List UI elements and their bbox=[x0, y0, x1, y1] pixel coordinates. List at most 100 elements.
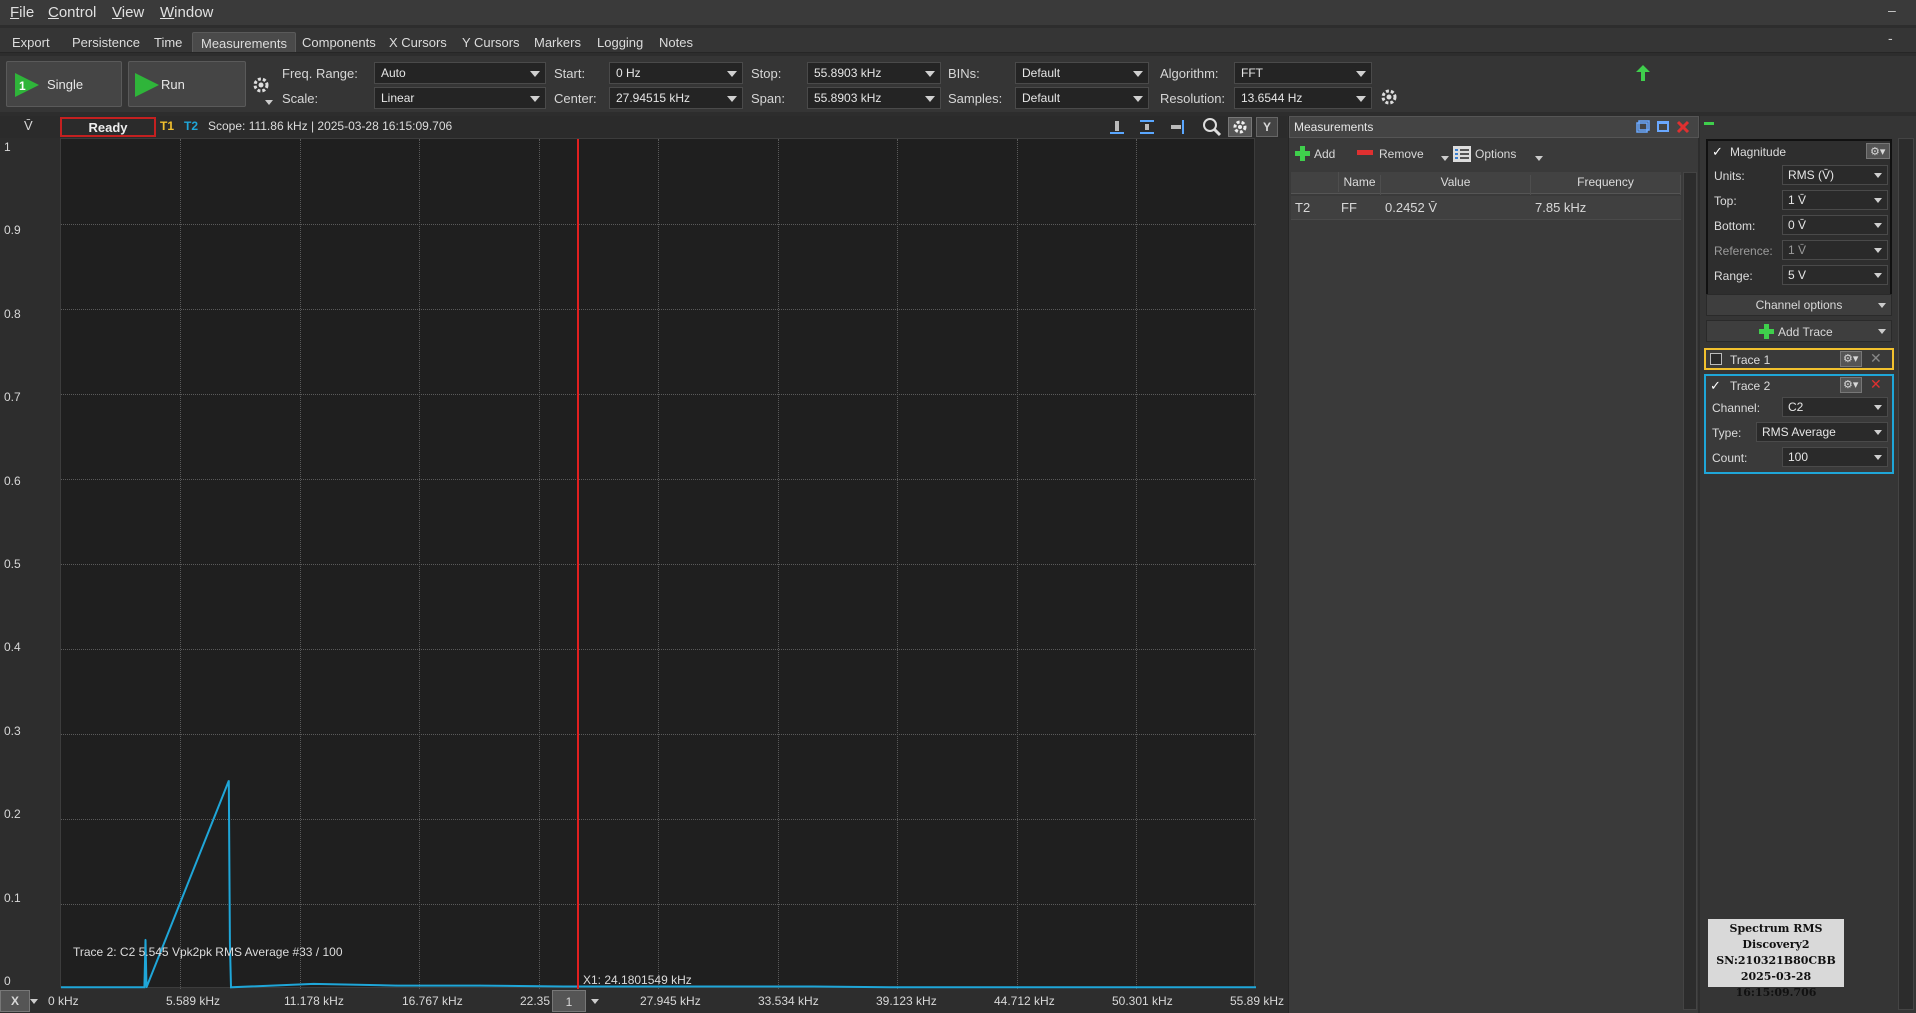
y-tick: 0.9 bbox=[4, 223, 21, 237]
tab-x-cursors[interactable]: X Cursors bbox=[381, 32, 455, 52]
center-field[interactable]: 27.94515 kHz bbox=[609, 87, 743, 109]
column-value[interactable]: Value bbox=[1381, 175, 1531, 195]
resolution-gear-icon[interactable] bbox=[1380, 88, 1398, 106]
collapse-icon[interactable]: - bbox=[1888, 30, 1893, 46]
spectrum-plot[interactable]: Trace 2: C2 5.545 Vpk2pk RMS Average #33… bbox=[60, 138, 1256, 989]
trace1-remove-icon[interactable]: ✕ bbox=[1870, 350, 1882, 367]
measurements-scrollbar[interactable] bbox=[1683, 172, 1697, 1010]
menu-window[interactable]: Window bbox=[160, 4, 213, 21]
run-button[interactable]: Run bbox=[128, 61, 246, 107]
x-axis-dropdown[interactable] bbox=[30, 990, 38, 1012]
tab-measurements[interactable]: Measurements bbox=[192, 32, 296, 52]
single-label: Single bbox=[47, 77, 84, 92]
data-point bbox=[479, 984, 481, 987]
y-axis-button[interactable]: Y bbox=[1256, 117, 1278, 137]
collapse-panel-icon[interactable] bbox=[1700, 116, 1716, 132]
x-axis-button[interactable]: X bbox=[0, 990, 30, 1012]
y-tick: 0.1 bbox=[4, 891, 21, 905]
tab-time[interactable]: Time bbox=[146, 32, 190, 52]
restore-icon[interactable] bbox=[1636, 120, 1650, 134]
data-point bbox=[230, 986, 232, 989]
channel-panel-scrollbar[interactable] bbox=[1898, 138, 1914, 1010]
align-bottom-icon[interactable] bbox=[1108, 118, 1126, 136]
magnitude-gear-icon: ⚙▾ bbox=[1870, 146, 1886, 158]
remove-measurement-button[interactable]: Remove bbox=[1357, 144, 1449, 164]
add-trace-button[interactable]: Add Trace bbox=[1706, 320, 1892, 342]
options-button[interactable]: Options bbox=[1453, 144, 1543, 164]
tab-components[interactable]: Components bbox=[294, 32, 384, 52]
span-field[interactable]: 55.8903 kHz bbox=[807, 87, 941, 109]
data-point bbox=[1062, 986, 1065, 989]
freq-range-select[interactable]: Auto bbox=[374, 62, 546, 84]
run-settings-gear-icon[interactable] bbox=[252, 76, 270, 94]
options-dropdown-icon[interactable] bbox=[1535, 156, 1543, 161]
bottom-field[interactable]: 0 V̄ bbox=[1782, 215, 1888, 235]
plot-settings-button[interactable] bbox=[1228, 117, 1252, 137]
trace2-check-icon[interactable]: ✓ bbox=[1710, 378, 1721, 394]
magnitude-check-icon[interactable]: ✓ bbox=[1712, 144, 1723, 160]
tab-y-cursors[interactable]: Y Cursors bbox=[454, 32, 528, 52]
run-options-arrow-icon[interactable] bbox=[265, 100, 273, 105]
x-tick: 39.123 kHz bbox=[876, 994, 937, 1008]
trace2-group: ✓ Trace 2 ⚙▾ ✕ Channel: C2 Type: RMS Ave… bbox=[1704, 374, 1894, 474]
trace2-tag[interactable]: T2 bbox=[184, 119, 198, 133]
trace1-checkbox[interactable] bbox=[1710, 353, 1722, 365]
align-middle-icon[interactable] bbox=[1138, 118, 1156, 136]
algorithm-select[interactable]: FFT bbox=[1234, 62, 1372, 84]
bins-select[interactable]: Default bbox=[1015, 62, 1149, 84]
trace2-remove-icon[interactable]: ✕ bbox=[1870, 376, 1882, 393]
tab-bar: Export Persistence Time Measurements Com… bbox=[0, 28, 1916, 53]
type-select[interactable]: RMS Average bbox=[1756, 422, 1888, 442]
maximize-icon[interactable] bbox=[1656, 120, 1670, 134]
single-button[interactable]: 1 Single bbox=[6, 61, 122, 107]
channel-options-button[interactable]: Channel options bbox=[1706, 294, 1892, 316]
channel-options-arrow-icon bbox=[1878, 303, 1886, 308]
spectrum-chart bbox=[61, 139, 1256, 989]
bins-label: BINs: bbox=[948, 66, 980, 81]
menu-file[interactable]: File bbox=[10, 4, 34, 21]
top-field[interactable]: 1 V̄ bbox=[1782, 190, 1888, 210]
samples-select[interactable]: Default bbox=[1015, 87, 1149, 109]
menu-control[interactable]: Control bbox=[48, 4, 96, 21]
row-value: 0.2452 V̄ bbox=[1385, 200, 1438, 215]
count-field[interactable]: 100 bbox=[1782, 447, 1888, 467]
single-play-icon: 1 bbox=[15, 73, 39, 97]
type-label: Type: bbox=[1712, 426, 1742, 440]
column-name[interactable]: Name bbox=[1339, 175, 1381, 195]
trace1-settings-gear-icon[interactable]: ⚙▾ bbox=[1840, 351, 1862, 367]
add-trace-arrow-icon bbox=[1878, 329, 1886, 334]
x-tick: 5.589 kHz bbox=[166, 994, 221, 1008]
tab-markers[interactable]: Markers bbox=[526, 32, 589, 52]
resolution-select[interactable]: 13.6544 Hz bbox=[1234, 87, 1372, 109]
stop-field[interactable]: 55.8903 kHz bbox=[807, 62, 941, 84]
range-select[interactable]: 5 V bbox=[1782, 265, 1888, 285]
tab-persistence[interactable]: Persistence bbox=[64, 32, 148, 52]
trace2-settings-gear-icon[interactable]: ⚙▾ bbox=[1840, 377, 1862, 393]
column-frequency[interactable]: Frequency bbox=[1531, 175, 1681, 195]
y-tick: 1 bbox=[4, 140, 11, 154]
channel-select[interactable]: C2 bbox=[1782, 397, 1888, 417]
magnitude-settings-button[interactable]: ⚙▾ bbox=[1866, 143, 1890, 159]
table-row[interactable]: T2 FF 0.2452 V̄ 7.85 kHz bbox=[1291, 196, 1681, 220]
tab-logging[interactable]: Logging bbox=[589, 32, 651, 52]
trace1-row[interactable]: Trace 1 ⚙▾ ✕ bbox=[1704, 348, 1894, 370]
scale-select[interactable]: Linear bbox=[374, 87, 546, 109]
remove-dropdown-icon[interactable] bbox=[1441, 156, 1449, 161]
align-right-icon[interactable] bbox=[1168, 118, 1186, 136]
up-arrow-icon[interactable] bbox=[1636, 65, 1650, 81]
tab-export[interactable]: Export bbox=[4, 32, 58, 52]
tab-notes[interactable]: Notes bbox=[651, 32, 701, 52]
close-icon[interactable] bbox=[1676, 120, 1690, 134]
y-tick: 0.2 bbox=[4, 807, 21, 821]
minimize-icon[interactable]: – bbox=[1888, 2, 1896, 18]
reference-field[interactable]: 1 V̄ bbox=[1782, 240, 1888, 260]
trace1-tag[interactable]: T1 bbox=[160, 119, 174, 133]
menu-view[interactable]: View bbox=[112, 4, 144, 21]
start-field[interactable]: 0 Hz bbox=[609, 62, 743, 84]
data-point bbox=[145, 986, 148, 989]
cursor-index-dropdown[interactable] bbox=[588, 990, 602, 1012]
y-tick: 0.6 bbox=[4, 474, 21, 488]
zoom-icon[interactable] bbox=[1202, 117, 1222, 137]
units-select[interactable]: RMS (V̄) bbox=[1782, 165, 1888, 185]
cursor-index-button[interactable]: 1 bbox=[552, 990, 586, 1012]
